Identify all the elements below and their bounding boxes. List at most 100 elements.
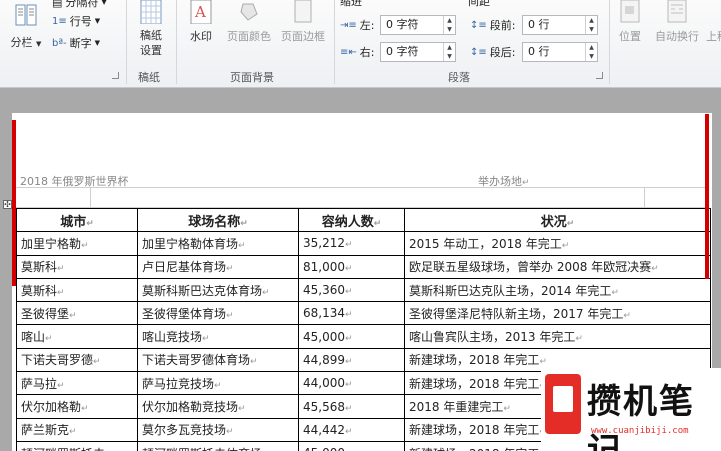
spacing-after-field[interactable]: 0 行 ▲ ▼ xyxy=(522,42,598,62)
header-bottom-rule xyxy=(644,187,645,207)
indent-header: 缩进 xyxy=(340,0,362,8)
spin-arrows-icon[interactable]: ▲ ▼ xyxy=(443,16,455,34)
separator-button[interactable]: ▤ 分隔符 ▼ xyxy=(52,0,107,10)
hyphenation-icon: bª- xyxy=(52,37,67,49)
group-divider xyxy=(609,0,610,84)
columns-button[interactable]: 分栏 ▼ xyxy=(6,4,46,49)
paragraph-mark-icon: ↵ xyxy=(539,357,547,368)
table-cell[interactable]: 44,000↵ xyxy=(298,371,405,396)
manuscript-setup-button[interactable]: 稿纸 设置 xyxy=(131,0,171,58)
indent-right-field[interactable]: 0 字符 ▲ ▼ xyxy=(380,42,456,62)
table-cell[interactable]: 35,212↵ xyxy=(298,231,405,256)
ribbon: 分栏 ▼ ▤ 分隔符 ▼ 1≡ 行号 ▼ bª- 断字 ▼ 稿纸 设置 稿纸 A… xyxy=(0,0,721,88)
table-cell[interactable]: 圣彼得堡体育场↵ xyxy=(137,301,299,326)
table-cell[interactable]: 44,442↵ xyxy=(298,417,405,442)
column-header: 球场名称↵ xyxy=(137,207,299,233)
paragraph-mark-icon: ↵ xyxy=(226,427,234,438)
page-color-button[interactable]: 页面颜色 xyxy=(222,0,276,44)
table-cell[interactable]: 2015 年动工，2018 年完工↵ xyxy=(404,231,711,256)
paragraph-mark-icon: ↵ xyxy=(69,427,77,438)
table-cell[interactable]: 卢日尼基体育场↵ xyxy=(137,254,299,279)
table-cell[interactable]: 喀山↵ xyxy=(16,324,138,349)
grid-paper-icon xyxy=(139,0,163,25)
table-row: 喀山↵ 喀山竞技场↵ 45,000↵ 喀山鲁宾队主场，2013 年完工↵ xyxy=(16,324,711,349)
hyphenation-button[interactable]: bª- 断字 ▼ xyxy=(52,35,100,51)
table-cell[interactable]: 45,000↵ xyxy=(298,324,405,349)
paragraph-mark-icon: ↵ xyxy=(345,287,353,298)
indent-right-label: ≡⇤ 右: xyxy=(340,46,375,59)
paragraph-mark-icon: ↵ xyxy=(81,240,89,251)
paragraph-mark-icon: ↵ xyxy=(561,240,570,251)
paragraph-launcher[interactable] xyxy=(596,72,603,79)
group-divider xyxy=(334,0,335,84)
column-header: 容纳人数↵ xyxy=(298,207,405,233)
indent-left-label: ⇥≡ 左: xyxy=(340,19,375,32)
table-cell[interactable]: 顿河畔罗斯托夫↵ xyxy=(16,440,138,451)
spin-arrows-icon[interactable]: ▲ ▼ xyxy=(585,43,597,61)
column-header: 城市↵ xyxy=(16,207,138,233)
table-cell[interactable]: 下诺夫哥罗德体育场↵ xyxy=(137,347,299,373)
table-cell[interactable]: 喀山鲁宾队主场，2013 年完工↵ xyxy=(404,324,711,349)
spacing-before-field[interactable]: 0 行 ▲ ▼ xyxy=(522,15,598,35)
table-cell[interactable]: 下诺夫哥罗德↵ xyxy=(16,347,138,373)
header-bottom-rule xyxy=(90,187,91,207)
paragraph-mark-icon: ↵ xyxy=(214,380,222,391)
table-cell[interactable]: 莫斯科↵ xyxy=(16,277,138,303)
paragraph-mark-icon: ↵ xyxy=(45,334,53,345)
watermark-icon: A xyxy=(190,0,212,25)
table-cell[interactable]: 伏尔加格勒竞技场↵ xyxy=(137,394,299,419)
table-cell[interactable]: 欧足联五星级球场，曾举办 2008 年欧冠决赛↵ xyxy=(404,254,711,279)
table-cell[interactable]: 圣彼得堡泽尼特队新主场，2017 年完工↵ xyxy=(404,301,711,326)
table-cell[interactable]: 45,568↵ xyxy=(298,394,405,419)
table-cell[interactable]: 圣彼得堡↵ xyxy=(16,301,138,326)
paragraph-mark-icon: ↵ xyxy=(345,403,353,414)
table-cell[interactable]: 68,134↵ xyxy=(298,301,405,326)
table-move-handle-icon[interactable]: ✣ xyxy=(3,200,12,209)
table-cell[interactable]: 萨马拉↵ xyxy=(16,371,138,396)
paragraph-mark-icon: ↵ xyxy=(69,310,77,321)
spacing-before-label: ↕≡ 段前: xyxy=(470,19,516,32)
paragraph-mark-icon: ↵ xyxy=(57,287,65,298)
paragraph-mark-icon: ↵ xyxy=(93,357,101,368)
table-cell[interactable]: 莫斯科↵ xyxy=(16,254,138,279)
table-cell[interactable]: 81,000↵ xyxy=(298,254,405,279)
page-setup-launcher[interactable] xyxy=(112,72,119,79)
spin-arrows-icon[interactable]: ▲ ▼ xyxy=(585,16,597,34)
table-cell[interactable]: 萨马拉竞技场↵ xyxy=(137,371,299,396)
bring-forward-button[interactable]: 上移 xyxy=(706,0,721,44)
table-row: 莫斯科↵ 卢日尼基体育场↵ 81,000↵ 欧足联五星级球场，曾举办 2008 年欧冠… xyxy=(16,254,711,279)
table-cell[interactable]: 加里宁格勒↵ xyxy=(16,231,138,256)
paragraph-mark-icon: ↵ xyxy=(250,357,258,368)
table-cell[interactable]: 莫斯科斯巴达克体育场↵ xyxy=(137,277,299,303)
spin-arrows-icon[interactable]: ▲ ▼ xyxy=(443,43,455,61)
indent-left-field[interactable]: 0 字符 ▲ ▼ xyxy=(380,15,456,35)
wrap-text-button[interactable]: 自动换行 xyxy=(650,0,704,44)
watermark-title: 攒机笔记 xyxy=(587,382,695,451)
table-cell[interactable]: 伏尔加格勒↵ xyxy=(16,394,138,419)
paragraph-mark-icon: ↵ xyxy=(345,310,353,321)
page-border-button[interactable]: 页面边框 xyxy=(276,0,330,44)
page-background-group-label: 页面背景 xyxy=(230,71,274,84)
table-cell[interactable]: 44,899↵ xyxy=(298,347,405,373)
line-numbers-icon: 1≡ xyxy=(52,15,67,27)
table-cell[interactable]: 加里宁格勒体育场↵ xyxy=(137,231,299,256)
paragraph-mark-icon: ↵ xyxy=(345,263,353,274)
group-divider xyxy=(176,0,177,84)
table-cell[interactable]: 喀山竞技场↵ xyxy=(137,324,299,349)
table-cell[interactable]: 45,000↵ xyxy=(298,440,405,451)
line-numbers-button[interactable]: 1≡ 行号 ▼ xyxy=(52,13,100,29)
bring-forward-icon xyxy=(708,0,721,24)
red-marker-left xyxy=(12,120,16,286)
table-cell[interactable]: 45,360↵ xyxy=(298,277,405,303)
spacing-header: 间距 xyxy=(468,0,490,8)
logo-icon xyxy=(545,374,581,434)
table-cell[interactable]: 莫斯科斯巴达克队主场，2014 年完工↵ xyxy=(404,277,711,303)
table-cell[interactable]: 萨兰斯克↵ xyxy=(16,417,138,442)
table-cell[interactable]: 顿河畔罗斯托夫体育场↵ xyxy=(137,440,299,451)
table-cell[interactable]: 莫尔多瓦竞技场↵ xyxy=(137,417,299,442)
watermark-button[interactable]: A 水印 xyxy=(183,0,219,44)
paragraph-mark-icon: ↵ xyxy=(503,404,511,415)
position-button[interactable]: 位置 xyxy=(612,0,648,44)
page-border-icon xyxy=(292,0,314,24)
paragraph-mark-icon: ↵ xyxy=(202,334,210,345)
